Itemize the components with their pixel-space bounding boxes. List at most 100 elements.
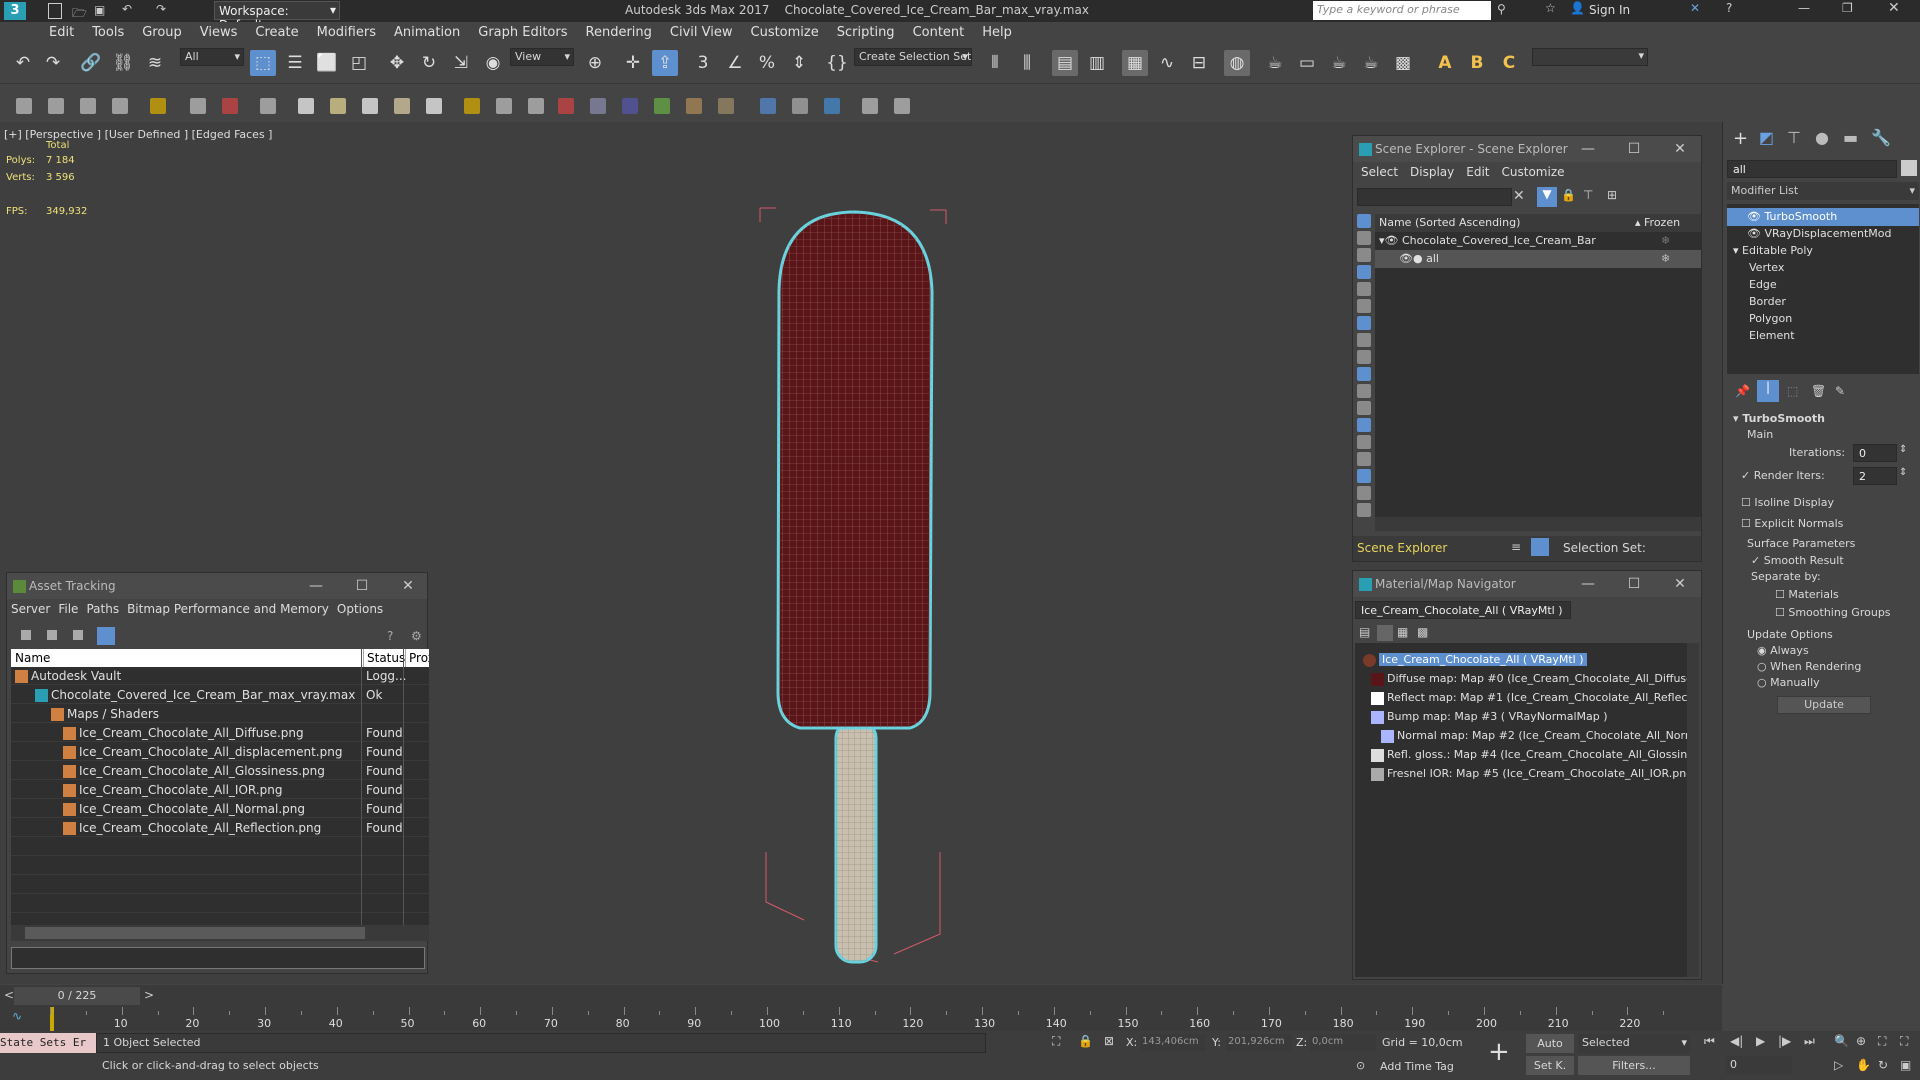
modifier-stack-item[interactable]: Vertex [1727, 259, 1919, 277]
isoline-checkbox[interactable]: ☐ Isoline Display [1741, 496, 1834, 509]
show-end-result-icon[interactable]: | [1757, 380, 1779, 402]
expand-icon[interactable]: ▾ [1733, 244, 1742, 257]
display-filter-7-icon[interactable] [1357, 316, 1371, 330]
go-to-start-icon[interactable]: ⏮ [1704, 1034, 1715, 1049]
render-iters-spinner[interactable]: 2 [1853, 467, 1897, 485]
modifier-stack-item[interactable]: Edge [1727, 276, 1919, 294]
render-setup-icon[interactable]: ☕ [1262, 50, 1288, 76]
small-icons-view-icon[interactable]: ▦ [1397, 625, 1408, 639]
vray-tool-24-icon[interactable] [792, 98, 808, 114]
workspace-dropdown[interactable]: Workspace: Default▾ [214, 1, 340, 32]
scene-explorer-icon[interactable]: ▦ [1122, 50, 1148, 76]
snowflake-icon[interactable]: ❄ [1661, 250, 1670, 268]
spinner-snap-icon[interactable]: ⇕ [786, 50, 812, 76]
scene-menu-display[interactable]: Display [1410, 165, 1454, 179]
play-icon[interactable]: ▶ [1756, 1034, 1765, 1048]
modifier-stack-item[interactable]: Element [1727, 327, 1919, 345]
minimize-icon[interactable]: — [1579, 140, 1597, 158]
vray-tool-7-icon[interactable] [222, 98, 238, 114]
curve-editor-mini-icon[interactable]: ∿ [12, 1009, 22, 1023]
large-icons-view-icon[interactable]: ▩ [1417, 625, 1428, 639]
when-rendering-radio[interactable]: ○ When Rendering [1757, 660, 1861, 673]
vray-tool-3-icon[interactable] [80, 98, 96, 114]
asset-menu-file[interactable]: File [58, 602, 78, 616]
asset-row[interactable]: Ice_Cream_Chocolate_All_displacement.png… [11, 743, 429, 761]
list-view-icon[interactable] [47, 630, 57, 640]
keyboard-shortcut-override-icon[interactable]: ⇪ [652, 50, 678, 76]
display-filter-8-icon[interactable] [1357, 333, 1371, 347]
smooth-result-checkbox[interactable]: ✓ Smooth Result [1751, 554, 1844, 567]
make-unique-icon[interactable]: ⬚ [1787, 384, 1798, 398]
map-row[interactable]: Reflect map: Map #1 (Ice_Cream_Chocolate… [1355, 689, 1699, 707]
modifier-list-dropdown[interactable]: Modifier List ▾ [1727, 182, 1919, 200]
window-crossing-icon[interactable]: ◰ [346, 50, 372, 76]
explorer-name-label[interactable]: Scene Explorer [1357, 541, 1447, 555]
maximize-icon[interactable]: ☐ [353, 577, 371, 595]
display-filter-3-icon[interactable] [1357, 248, 1371, 262]
display-filter-2-icon[interactable] [1357, 231, 1371, 245]
lock-icon[interactable]: 🔒 [1561, 188, 1576, 202]
tree-view-icon[interactable] [73, 630, 83, 640]
placement-icon[interactable]: ◉ [480, 50, 506, 76]
eye-icon[interactable]: 👁 [1747, 210, 1764, 223]
scrollbar-thumb[interactable] [25, 927, 365, 939]
hierarchy-icon[interactable]: ⊤ [1583, 188, 1593, 202]
binoculars-icon[interactable]: ⚲ [1497, 2, 1506, 16]
render-iterative-icon[interactable]: ☕ [1358, 50, 1384, 76]
display-filter-5-icon[interactable] [1357, 282, 1371, 296]
exchange-icon[interactable]: ✕ [1690, 1, 1700, 15]
track-bar[interactable]: ∿ 10 20 30 40 50 60 70 80 90 100 110 120 130 140 150 16… [0, 1007, 1722, 1031]
vray-tool-19-icon[interactable] [622, 98, 638, 114]
map-row[interactable]: Refl. gloss.: Map #4 (Ice_Cream_Chocolat… [1355, 746, 1699, 764]
column-name[interactable]: Name [15, 649, 50, 667]
redo-icon[interactable]: ↷ [156, 2, 166, 16]
restore-icon[interactable]: ❐ [1842, 1, 1853, 15]
map-row[interactable]: Bump map: Map #3 ( VRayNormalMap ) [1355, 708, 1699, 726]
undo-icon[interactable]: ↶ [122, 2, 132, 16]
maximize-viewport-icon[interactable]: ▣ [1900, 1058, 1911, 1072]
vray-tool-16-icon[interactable] [528, 98, 544, 114]
scale-icon[interactable]: ⇲ [448, 50, 474, 76]
manually-radio[interactable]: ○ Manually [1757, 676, 1820, 689]
modifier-stack-item[interactable]: Border [1727, 293, 1919, 311]
smoothing-groups-checkbox[interactable]: ☐ Smoothing Groups [1775, 606, 1891, 619]
menu-views[interactable]: Views [191, 22, 247, 43]
display-tab-icon[interactable]: ▬ [1843, 128, 1858, 147]
settings-icon[interactable]: ⚙ [411, 629, 422, 643]
material-navigator-titlebar[interactable]: Material/Map Navigator — ☐ ✕ [1353, 571, 1701, 597]
ice-cream-bar-model[interactable] [740, 162, 980, 982]
vray-tool-17-icon[interactable] [558, 98, 574, 114]
object-name-field[interactable]: all [1727, 160, 1897, 178]
unlink-icon[interactable]: ⛓ [110, 50, 136, 76]
table-view-icon[interactable] [97, 627, 115, 645]
display-filter-10-icon[interactable] [1357, 367, 1371, 381]
asset-tracking-titlebar[interactable]: Asset Tracking — ☐ ✕ [7, 573, 427, 599]
horizontal-scrollbar[interactable] [1375, 517, 1701, 531]
orbit-icon[interactable]: ↻ [1878, 1058, 1888, 1072]
vray-tool-22-icon[interactable] [718, 98, 734, 114]
selection-lock-icon[interactable]: 🔒 [1078, 1034, 1093, 1048]
vray-tool-5-icon[interactable] [150, 98, 166, 114]
snaps-toggle-icon[interactable]: 3 [690, 50, 716, 76]
help-icon[interactable]: ? [387, 629, 393, 643]
current-material-field[interactable]: Ice_Cream_Chocolate_All ( VRayMtl ) [1355, 601, 1571, 619]
select-by-name-icon[interactable]: ☰ [282, 50, 308, 76]
x-coordinate-field[interactable]: 143,406cm [1140, 1034, 1206, 1051]
vray-tool-1-icon[interactable] [16, 98, 32, 114]
y-coordinate-field[interactable]: 201,926cm [1226, 1034, 1292, 1051]
percent-snap-icon[interactable]: % [754, 50, 780, 76]
vray-tool-14-icon[interactable] [464, 98, 480, 114]
menu-modifiers[interactable]: Modifiers [308, 22, 385, 43]
previous-key-icon[interactable]: ◀| [1730, 1034, 1743, 1048]
vertical-scrollbar[interactable] [1687, 643, 1699, 977]
reference-coordinate-dropdown[interactable]: View ▾ [510, 48, 574, 66]
configure-sets-icon[interactable]: ✎ [1835, 384, 1845, 398]
eye-icon[interactable]: 👁 [1747, 227, 1764, 240]
clear-search-icon[interactable]: ✕ [1513, 188, 1525, 204]
modifier-stack-item[interactable]: ▾ Editable Poly [1727, 242, 1919, 260]
rollout-title[interactable]: ▾ TurboSmooth [1733, 412, 1825, 425]
render-iters-checkbox[interactable]: ✓ Render Iters: [1741, 469, 1825, 482]
materials-checkbox[interactable]: ☐ Materials [1775, 588, 1839, 601]
save-icon[interactable]: ▣ [94, 3, 105, 17]
mirror-icon[interactable]: ⫴ [982, 50, 1008, 76]
